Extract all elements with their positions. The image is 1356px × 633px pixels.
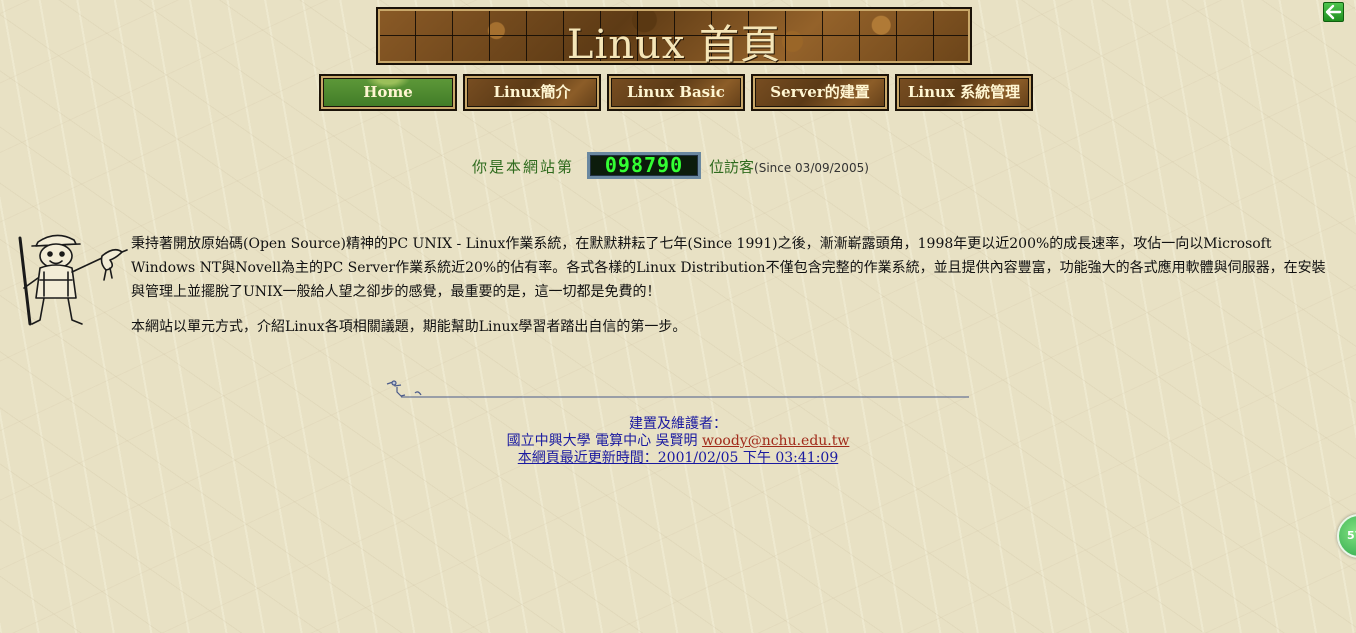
nav-linux-intro-button[interactable]: Linux簡介 <box>463 74 601 111</box>
faucet-divider <box>386 380 969 398</box>
last-updated-link[interactable]: 本網頁最近更新時間：2001/02/05 下午 03:41:09 <box>518 450 838 466</box>
back-arrow-icon[interactable] <box>1323 2 1344 22</box>
nav-server-setup-button[interactable]: Server的建置 <box>751 74 889 111</box>
visitor-counter: 098790 <box>587 152 701 179</box>
counter-suffix: 位訪客 <box>709 158 755 176</box>
cartoon-man-image <box>18 234 128 326</box>
footer: 建置及維護者： 國立中興大學 電算中心 吳賢明 woody@nchu.edu.t… <box>0 416 1356 467</box>
nav-linux-basic-button[interactable]: Linux Basic <box>607 74 745 111</box>
maintainer-affiliation: 國立中興大學 電算中心 吳賢明 <box>506 433 698 449</box>
arrow-left-icon <box>1325 4 1342 20</box>
banner-title: Linux 首頁 <box>566 22 782 68</box>
intro-paragraph-2: 本網站以單元方式，介紹Linux各項相關議題，期能幫助Linux學習者踏出自信的… <box>131 319 687 335</box>
floating-badge[interactable]: 57 <box>1337 514 1356 558</box>
intro-section: 秉持著開放原始碼(Open Source)精神的PC UNIX - Linux作… <box>131 232 1326 339</box>
nav-home-button[interactable]: Home <box>319 74 457 111</box>
nav-system-admin-button[interactable]: Linux 系統管理 <box>895 74 1033 111</box>
maintainer-email-link[interactable]: woody@nchu.edu.tw <box>702 433 849 449</box>
site-banner: Linux 首頁 <box>376 7 972 68</box>
maintainer-line: 國立中興大學 電算中心 吳賢明 woody@nchu.edu.tw <box>0 433 1356 450</box>
maintainer-label: 建置及維護者： <box>629 416 727 432</box>
counter-prefix: 你是本網站第 <box>472 158 575 176</box>
last-updated-line: 本網頁最近更新時間：2001/02/05 下午 03:41:09 <box>0 450 1356 467</box>
counter-since: (Since 03/09/2005) <box>754 161 869 175</box>
intro-paragraph-1: 秉持著開放原始碼(Open Source)精神的PC UNIX - Linux作… <box>131 236 1326 300</box>
counter-suffix-group: 位訪客(Since 03/09/2005) <box>709 156 869 177</box>
